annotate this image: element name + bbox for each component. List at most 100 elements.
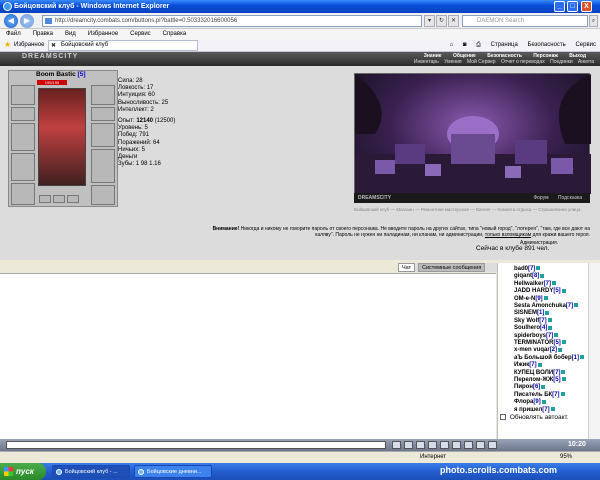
security-menu[interactable]: Безопасность [528, 42, 566, 48]
menu-tools[interactable]: Сервис [130, 31, 151, 37]
user-list-item[interactable]: Sky Wolf[7] [514, 318, 552, 325]
small-slot-1[interactable] [39, 195, 51, 203]
browser-tab[interactable]: ✖ Бойцовский клуб [48, 40, 198, 51]
info-icon[interactable] [537, 362, 542, 367]
star-icon[interactable]: ★ [4, 41, 11, 49]
menu-profile[interactable]: Анкета [578, 59, 594, 65]
info-icon[interactable] [580, 355, 584, 360]
smile-icon[interactable] [404, 441, 413, 449]
info-icon[interactable] [550, 407, 555, 412]
user-list-item[interactable]: Пирон[6] [514, 384, 546, 391]
info-icon[interactable] [536, 266, 541, 271]
info-icon[interactable] [574, 303, 579, 308]
user-list-item[interactable]: Sesta Amonchuka[7] [514, 303, 579, 310]
shield-slot[interactable] [91, 149, 115, 183]
user-list-item[interactable]: Флора[9] [514, 399, 546, 406]
back-button[interactable]: ◀ [4, 14, 18, 28]
favorites-label[interactable]: Избранное [14, 39, 44, 51]
tab-chat[interactable]: Чат [398, 263, 416, 272]
info-icon[interactable] [543, 296, 548, 301]
info-icon[interactable] [552, 281, 557, 286]
zoom-level[interactable]: 95% [560, 452, 572, 463]
info-icon[interactable] [548, 325, 553, 330]
character-name[interactable]: Boom Bastic [5] [36, 71, 86, 78]
task-browser-1[interactable]: Бойцовский клуб - ... [52, 465, 130, 478]
info-icon[interactable] [541, 399, 546, 404]
menu-transfers[interactable]: Отчет о переводах [501, 59, 545, 65]
minimize-button[interactable]: _ [554, 1, 565, 12]
user-list-item[interactable]: Ижик[7] [514, 362, 542, 369]
filter-icon[interactable] [428, 441, 437, 449]
info-icon[interactable] [541, 384, 546, 389]
info-icon[interactable] [545, 310, 550, 315]
user-list-item[interactable]: Перелом-ЖЖ[5] [514, 377, 566, 384]
menu-view[interactable]: Вид [65, 31, 76, 37]
small-slot-2[interactable] [53, 195, 65, 203]
user-list-item[interactable]: SISNEM[1] [514, 310, 550, 317]
chat-input[interactable] [6, 441, 386, 449]
menu-file[interactable]: Файл [6, 31, 21, 37]
maximize-button[interactable]: □ [567, 1, 578, 12]
scrollbar[interactable] [588, 263, 600, 439]
info-icon[interactable] [558, 347, 563, 352]
close-button[interactable]: X [581, 1, 592, 12]
menu-fights[interactable]: Поединки [550, 59, 573, 65]
gloves-slot[interactable] [91, 123, 115, 147]
warning-link[interactable]: только взломщикам [485, 232, 531, 238]
refresh-chat-icon[interactable] [464, 441, 473, 449]
stop-icon[interactable]: ✕ [448, 15, 459, 27]
user-list-item[interactable]: КУПЕЦ ВОЛИ[7] [514, 370, 566, 377]
clear-icon[interactable] [416, 441, 425, 449]
info-icon[interactable] [540, 273, 545, 278]
helmet-slot[interactable] [11, 85, 35, 105]
menu-favorites[interactable]: Избранное [88, 31, 118, 37]
autochat-toggle[interactable]: Обновлять автоакт. [500, 414, 569, 421]
user-list-item[interactable]: Писатель БК[7] [514, 392, 565, 399]
rss-icon[interactable]: ◙ [463, 42, 467, 48]
info-icon[interactable] [561, 370, 566, 375]
home-icon[interactable]: ⌂ [450, 42, 454, 48]
weapon-slot[interactable] [11, 123, 35, 151]
user-list-item[interactable]: аЪ Большой бобер[1] [514, 355, 584, 362]
start-button[interactable]: пуск [0, 463, 46, 480]
menu-inventory[interactable]: Инвентарь [414, 59, 439, 65]
small-slot-3[interactable] [67, 195, 79, 203]
user-list-item[interactable]: я пришел[7] [514, 407, 555, 414]
user-list-item[interactable]: TERMINATOR[5] [514, 340, 566, 347]
info-icon[interactable] [547, 318, 552, 323]
chat-log[interactable] [0, 273, 496, 439]
user-list-item[interactable]: Soulhero[4] [514, 325, 553, 332]
settings-icon[interactable] [452, 441, 461, 449]
hint-link[interactable]: Подсказка [558, 195, 582, 201]
page-menu[interactable]: Страница [491, 42, 518, 48]
info-icon[interactable] [560, 392, 565, 397]
volume-icon[interactable] [476, 441, 485, 449]
tools-menu[interactable]: Сервис [575, 42, 596, 48]
amulet-slot[interactable] [11, 107, 35, 121]
forward-button[interactable]: ▶ [20, 14, 34, 28]
url-field[interactable]: http://dreamcity.combats.com/buttons.pl?… [42, 15, 422, 27]
search-icon[interactable]: ⌕ [589, 15, 598, 27]
user-list-item[interactable]: OM-e-N[9] [514, 296, 548, 303]
menu-my-server[interactable]: Мой Сервер [467, 59, 496, 65]
print-icon[interactable]: ⎙ [476, 42, 481, 48]
belt-slot[interactable] [11, 183, 35, 205]
tab-system[interactable]: Системные сообщения [418, 263, 486, 272]
armor-slot[interactable] [11, 153, 35, 181]
send-icon[interactable] [392, 441, 401, 449]
boots-slot[interactable] [91, 185, 115, 205]
info-icon[interactable] [554, 333, 559, 338]
exit-chat-icon[interactable] [488, 441, 497, 449]
menu-skills[interactable]: Умения [444, 59, 461, 65]
location-nav[interactable]: Бойцовский клуб — Магазин — Ремонтная ма… [354, 207, 590, 213]
earring-slot[interactable] [91, 85, 115, 105]
dropdown-icon[interactable]: ▾ [424, 15, 435, 27]
user-list-item[interactable]: x-men vuqar[2] [514, 347, 563, 354]
info-icon[interactable] [561, 377, 566, 382]
menu-edit[interactable]: Правка [33, 31, 53, 37]
refresh-icon[interactable]: ↻ [436, 15, 447, 27]
menu-help[interactable]: Справка [163, 31, 187, 37]
task-browser-2[interactable]: Бойцовские дневни... [134, 465, 212, 478]
ring-slot[interactable] [91, 107, 115, 121]
info-icon[interactable] [561, 288, 566, 293]
